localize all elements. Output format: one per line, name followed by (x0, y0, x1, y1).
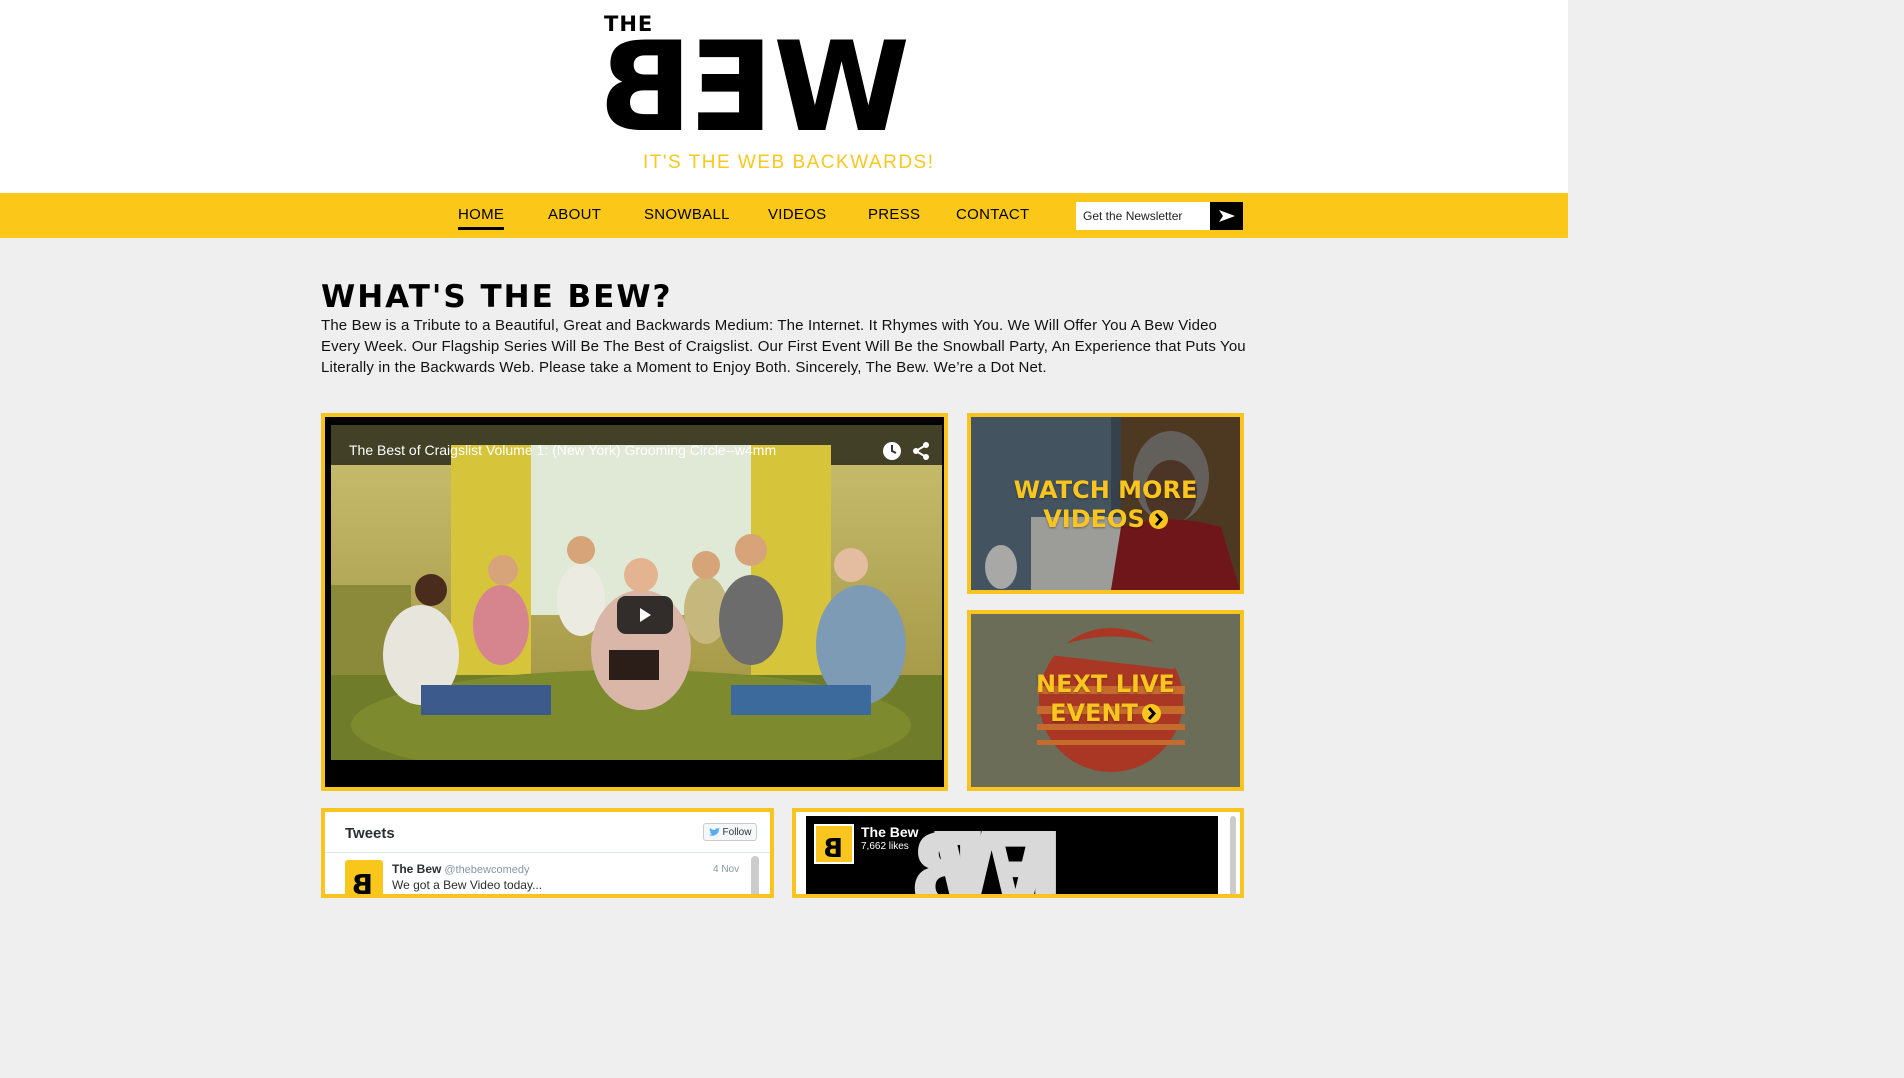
arrow-circle-icon (1148, 510, 1168, 529)
tweet-text: We got a Bew Video today... (392, 878, 543, 892)
site-logo[interactable]: B E W (602, 16, 910, 160)
facebook-avatar[interactable]: B (814, 824, 854, 864)
tweet-date[interactable]: 4 Nov (713, 864, 739, 875)
tweets-scrollbar[interactable] (751, 856, 759, 894)
facebook-scrollbar[interactable] (1230, 816, 1236, 894)
facebook-widget: W EB B The Bew 7,662 likes (792, 808, 1244, 898)
newsletter-email-input[interactable] (1076, 202, 1210, 230)
video-player[interactable]: The Best of Craigslist Volume 1: (New Yo… (321, 413, 948, 791)
site-header: THE B E W IT'S THE WEB BACKWARDS! (0, 0, 1568, 193)
facebook-cover[interactable]: W EB B The Bew 7,662 likes (806, 816, 1218, 898)
svg-text:B: B (352, 868, 373, 898)
logo-letter-b: B (602, 16, 693, 160)
main-nav: HOME ABOUT SNOWBALL VIDEOS PRESS CONTACT (0, 193, 1568, 238)
nav-about[interactable]: ABOUT (548, 206, 601, 223)
next-live-event-tile[interactable]: NEXT LIVE EVENT (967, 610, 1244, 791)
facebook-likes-count: 7,662 likes (861, 841, 909, 852)
nav-videos[interactable]: VIDEOS (768, 206, 826, 223)
newsletter-submit-button[interactable] (1210, 202, 1243, 230)
svg-text:EB: EB (907, 816, 1066, 898)
twitter-widget: Tweets Follow B The Bew @thebewcomedy 4 N… (321, 808, 774, 898)
clock-icon[interactable] (882, 441, 902, 461)
facebook-page-name[interactable]: The Bew (861, 824, 919, 840)
tweet-handle[interactable]: @thebewcomedy (444, 864, 529, 876)
logo-letter-e: E (692, 16, 774, 160)
svg-text:B: B (823, 834, 843, 862)
intro-paragraph: The Bew is a Tribute to a Beautiful, Gre… (321, 317, 1246, 376)
twitter-follow-button[interactable]: Follow (703, 823, 757, 841)
newsletter-form (1076, 202, 1243, 230)
nav-contact[interactable]: CONTACT (956, 206, 1029, 223)
logo-letter-w: W (773, 16, 910, 160)
nav-press[interactable]: PRESS (868, 206, 920, 223)
video-title[interactable]: The Best of Craigslist Volume 1: (New Yo… (349, 442, 776, 458)
share-icon[interactable] (911, 441, 931, 461)
arrow-right-icon (1218, 210, 1235, 222)
play-icon (640, 608, 651, 622)
tweet-author[interactable]: The Bew @thebewcomedy (392, 862, 530, 876)
tweet-avatar[interactable]: B (345, 860, 383, 898)
tweets-divider (325, 852, 770, 853)
play-button[interactable] (617, 596, 673, 634)
next-live-event-label[interactable]: NEXT LIVE EVENT (971, 670, 1240, 728)
twitter-bird-icon (708, 827, 720, 836)
nav-home[interactable]: HOME (458, 206, 505, 230)
nav-snowball[interactable]: SNOWBALL (644, 206, 730, 223)
arrow-circle-icon (1141, 704, 1161, 723)
tagline: IT'S THE WEB BACKWARDS! (643, 152, 935, 173)
watch-more-videos-tile[interactable]: WATCH MORE VIDEOS (967, 413, 1244, 594)
page-title: WHAT'S THE BEW? (321, 279, 673, 315)
tweets-header: Tweets (345, 825, 395, 842)
video-thumbnail[interactable]: The Best of Craigslist Volume 1: (New Yo… (331, 425, 942, 777)
watch-more-videos-label[interactable]: WATCH MORE VIDEOS (971, 476, 1240, 534)
